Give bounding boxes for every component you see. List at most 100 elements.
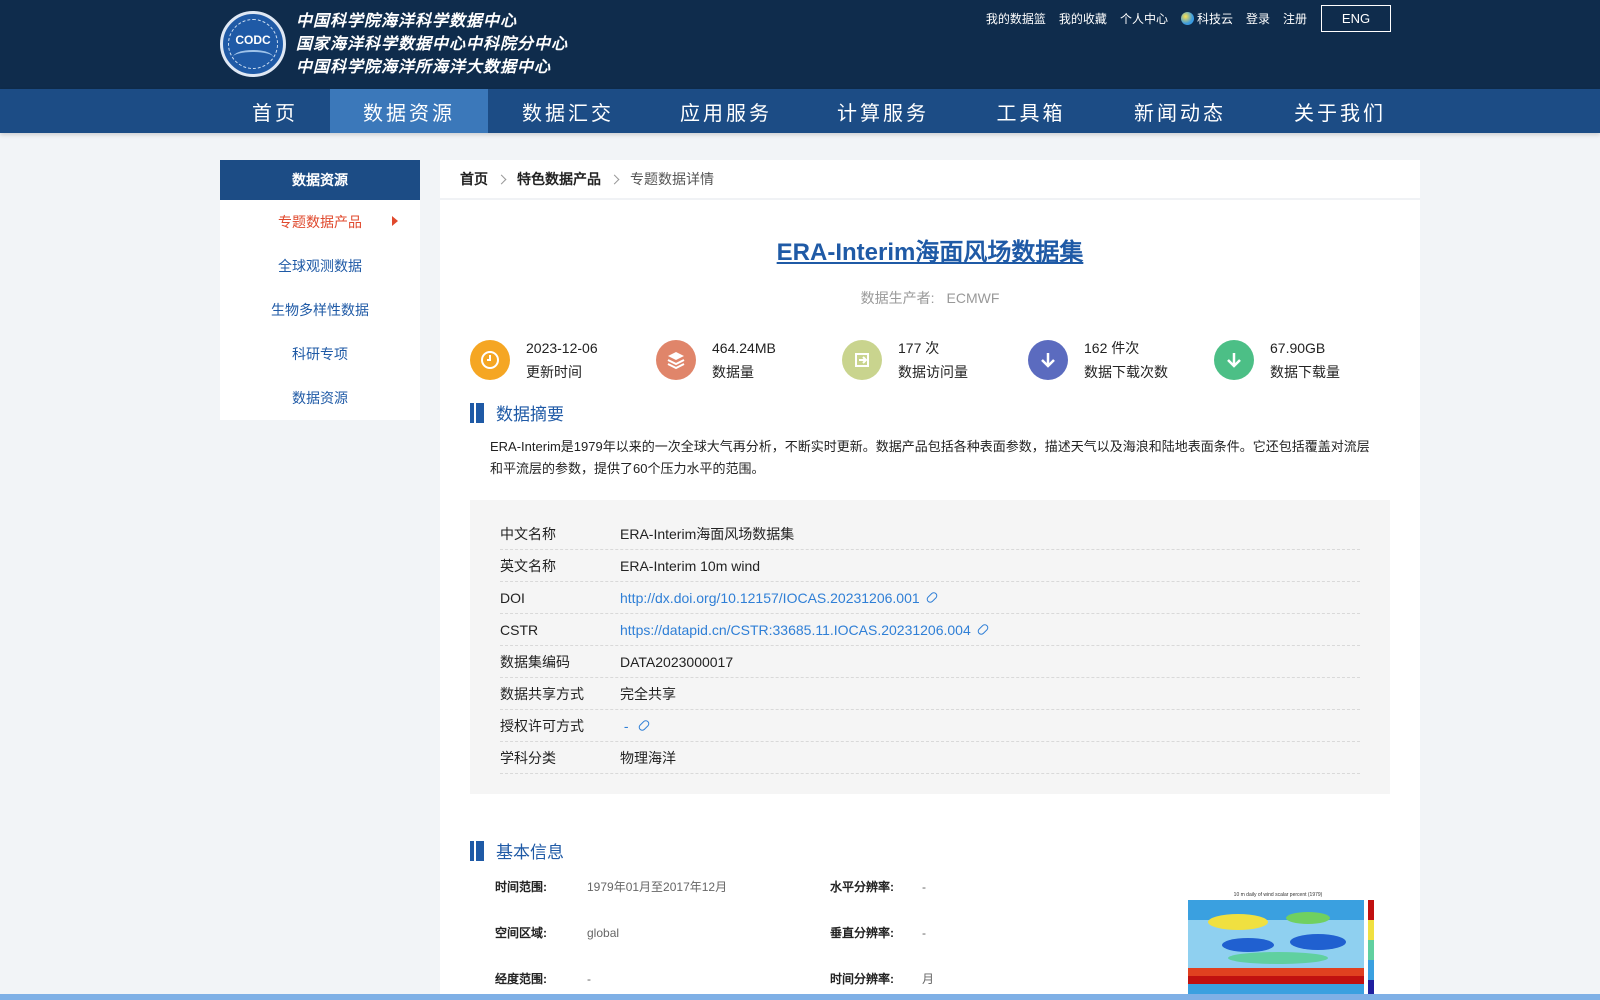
metadata-table: 中文名称 ERA-Interim海面风场数据集 英文名称 ERA-Interim 1… bbox=[470, 500, 1390, 794]
thumbnail-caption: 10 m daily of wind scalar percent (1979) bbox=[1234, 892, 1323, 898]
login-icon bbox=[842, 340, 882, 380]
nav-app-services[interactable]: 应用服务 bbox=[648, 89, 804, 133]
main-nav-bar: 首页 数据资源 数据汇交 应用服务 计算服务 工具箱 新闻动态 关于我们 bbox=[0, 89, 1600, 133]
link-icon bbox=[637, 718, 652, 733]
basic-row-vertical-res: 垂直分辨率: - bbox=[830, 924, 926, 941]
sidebar-item-global-observation[interactable]: 全球观测数据 bbox=[220, 244, 420, 288]
cstr-link[interactable]: https://datapid.cn/CSTR:33685.11.IOCAS.2… bbox=[620, 621, 990, 638]
download-icon bbox=[1028, 340, 1068, 380]
stat-label: 数据下载量 bbox=[1270, 364, 1340, 380]
site-title-2: 国家海洋科学数据中心中科院分中心 bbox=[296, 34, 569, 53]
clock-icon bbox=[470, 340, 510, 380]
stat-value: 2023-12-06 bbox=[526, 340, 598, 356]
producer-value: ECMWF bbox=[946, 290, 1000, 306]
dataset-thumbnail[interactable]: 10 m daily of wind scalar percent (1979) bbox=[1178, 890, 1378, 1000]
nav-news[interactable]: 新闻动态 bbox=[1100, 89, 1260, 133]
meta-row-sharing: 数据共享方式 完全共享 bbox=[500, 678, 1360, 710]
site-logo[interactable]: CODC 中国科学院海洋科学数据中心 国家海洋科学数据中心中科院分中心 中国科学… bbox=[220, 9, 568, 78]
site-title-1: 中国科学院海洋科学数据中心 bbox=[296, 11, 518, 30]
language-button[interactable]: ENG bbox=[1321, 4, 1391, 32]
dataset-producer: 数据生产者: ECMWF bbox=[440, 288, 1420, 308]
basic-value: - bbox=[922, 926, 926, 940]
nav-computing-services[interactable]: 计算服务 bbox=[804, 89, 962, 133]
link-my-basket[interactable]: 我的数据篮 bbox=[986, 10, 1046, 27]
basic-value: global bbox=[587, 926, 620, 940]
logo-text: CODC bbox=[235, 32, 271, 47]
main-content: 首页 特色数据产品 专题数据详情 ERA-Interim海面风场数据集 数据生产… bbox=[440, 160, 1420, 1000]
meta-key: 中文名称 bbox=[500, 525, 556, 542]
basic-key: 垂直分辨率: bbox=[830, 926, 894, 940]
producer-label: 数据生产者: bbox=[860, 290, 935, 306]
doi-link[interactable]: http://dx.doi.org/10.12157/IOCAS.2023120… bbox=[620, 589, 939, 606]
meta-row-cn-name: 中文名称 ERA-Interim海面风场数据集 bbox=[500, 518, 1360, 550]
doi-link-text: http://dx.doi.org/10.12157/IOCAS.2023120… bbox=[620, 589, 920, 606]
link-keji-cloud[interactable]: 科技云 bbox=[1180, 10, 1233, 27]
basic-value: - bbox=[922, 880, 926, 894]
dataset-title[interactable]: ERA-Interim海面风场数据集 bbox=[440, 232, 1420, 267]
basic-info-heading: 基本信息 bbox=[470, 838, 564, 863]
breadcrumb-current: 专题数据详情 bbox=[630, 171, 714, 187]
chevron-right-icon bbox=[609, 174, 620, 184]
basic-value: 月 bbox=[922, 972, 935, 986]
meta-value: DATA2023000017 bbox=[620, 653, 734, 670]
top-header: CODC 中国科学院海洋科学数据中心 国家海洋科学数据中心中科院分中心 中国科学… bbox=[0, 0, 1600, 89]
nav-data-resources[interactable]: 数据资源 bbox=[330, 89, 488, 133]
meta-value: ERA-Interim海面风场数据集 bbox=[620, 525, 795, 542]
meta-key: 授权许可方式 bbox=[500, 717, 584, 734]
globe-icon bbox=[1180, 11, 1194, 25]
top-links: 我的数据篮 我的收藏 个人中心 科技云 登录 注册 ENG bbox=[973, 4, 1391, 32]
breadcrumb-home[interactable]: 首页 bbox=[460, 169, 488, 189]
codc-seal-icon: CODC bbox=[220, 10, 286, 77]
basic-key: 水平分辨率: bbox=[830, 880, 894, 894]
link-icon bbox=[924, 590, 939, 605]
basic-value: - bbox=[587, 972, 591, 986]
license-link[interactable]: - bbox=[620, 718, 652, 734]
basic-key: 时间分辨率: bbox=[830, 972, 894, 986]
sidebar-item-data-resources[interactable]: 数据资源 bbox=[220, 376, 420, 420]
stat-label: 更新时间 bbox=[526, 364, 582, 380]
meta-value: 完全共享 bbox=[620, 685, 676, 702]
stat-value: 162 件次 bbox=[1084, 340, 1140, 356]
download-icon bbox=[1214, 340, 1254, 380]
link-register[interactable]: 注册 bbox=[1283, 10, 1307, 27]
stat-label: 数据量 bbox=[712, 364, 754, 380]
nav-home[interactable]: 首页 bbox=[220, 89, 330, 133]
meta-row-dataset-code: 数据集编码 DATA2023000017 bbox=[500, 646, 1360, 678]
basic-row-longitude: 经度范围: - bbox=[495, 970, 591, 987]
nav-toolbox[interactable]: 工具箱 bbox=[962, 89, 1100, 133]
nav-about-us[interactable]: 关于我们 bbox=[1260, 89, 1420, 133]
abstract-heading-label: 数据摘要 bbox=[496, 405, 564, 424]
stat-value: 67.90GB bbox=[1270, 340, 1326, 356]
basic-value: 1979年01月至2017年12月 bbox=[587, 880, 728, 894]
link-favorites[interactable]: 我的收藏 bbox=[1059, 10, 1107, 27]
basic-key: 经度范围: bbox=[495, 972, 547, 986]
sidebar-item-biodiversity[interactable]: 生物多样性数据 bbox=[220, 288, 420, 332]
layers-icon bbox=[656, 340, 696, 380]
stat-data-size: 464.24MB 数据量 bbox=[656, 336, 842, 384]
stat-label: 数据访问量 bbox=[898, 364, 968, 380]
link-icon bbox=[976, 622, 990, 637]
meta-key: CSTR bbox=[500, 621, 539, 638]
sidebar-item-label: 专题数据产品 bbox=[278, 214, 362, 230]
bottom-scroll-bar bbox=[0, 994, 1600, 1000]
link-login[interactable]: 登录 bbox=[1246, 10, 1270, 27]
basic-key: 空间区域: bbox=[495, 926, 547, 940]
meta-key: 数据共享方式 bbox=[500, 685, 584, 702]
abstract-heading: 数据摘要 bbox=[470, 400, 564, 425]
meta-row-discipline: 学科分类 物理海洋 bbox=[500, 742, 1360, 774]
basic-row-time-range: 时间范围: 1979年01月至2017年12月 bbox=[495, 878, 727, 895]
sidebar-item-research-projects[interactable]: 科研专项 bbox=[220, 332, 420, 376]
link-user-center[interactable]: 个人中心 bbox=[1120, 10, 1168, 27]
abstract-text: ERA-Interim是1979年以来的一次全球大气再分析，不断实时更新。数据产… bbox=[490, 439, 1370, 476]
caret-right-icon bbox=[392, 216, 398, 226]
meta-value: 物理海洋 bbox=[620, 749, 676, 766]
cstr-link-text: https://datapid.cn/CSTR:33685.11.IOCAS.2… bbox=[620, 621, 971, 638]
meta-key: 学科分类 bbox=[500, 749, 556, 766]
breadcrumb: 首页 特色数据产品 专题数据详情 bbox=[440, 160, 1420, 200]
basic-row-time-res: 时间分辨率: 月 bbox=[830, 970, 934, 987]
meta-value: ERA-Interim 10m wind bbox=[620, 557, 761, 574]
sidebar: 数据资源 专题数据产品 全球观测数据 生物多样性数据 科研专项 数据资源 bbox=[220, 160, 420, 420]
breadcrumb-featured-products[interactable]: 特色数据产品 bbox=[517, 169, 601, 189]
sidebar-item-thematic-products[interactable]: 专题数据产品 bbox=[220, 200, 420, 244]
nav-data-submission[interactable]: 数据汇交 bbox=[488, 89, 648, 133]
